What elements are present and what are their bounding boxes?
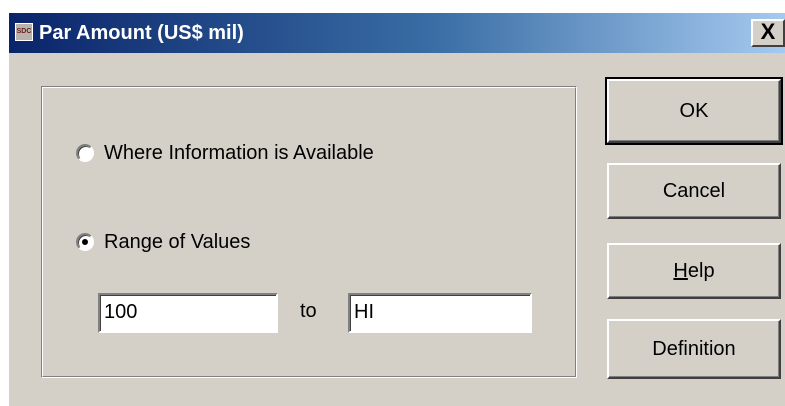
range-to-input[interactable]: HI — [348, 293, 532, 333]
criteria-group: Where Information is Available Range of … — [41, 86, 577, 378]
ok-button[interactable]: OK — [605, 77, 783, 145]
window-title: Par Amount (US$ mil) — [39, 22, 244, 44]
option-range-of-values[interactable]: Range of Values — [76, 228, 250, 256]
background-strip — [0, 0, 8, 406]
range-to-label: to — [300, 300, 317, 322]
definition-button[interactable]: Definition — [607, 319, 781, 379]
close-button[interactable]: X — [751, 19, 785, 47]
radio-where-available[interactable] — [76, 144, 94, 162]
option-where-available-label: Where Information is Available — [104, 141, 374, 164]
app-icon: SDC — [15, 23, 33, 41]
help-label-rest: elp — [687, 260, 715, 282]
option-where-available[interactable]: Where Information is Available — [76, 139, 374, 167]
cancel-button[interactable]: Cancel — [607, 163, 781, 219]
range-from-input[interactable]: 100 — [98, 293, 278, 333]
help-button[interactable]: Help — [607, 243, 781, 299]
title-bar[interactable]: SDC Par Amount (US$ mil) X — [9, 13, 785, 53]
option-range-label: Range of Values — [104, 230, 251, 253]
help-mnemonic: H — [673, 260, 688, 282]
radio-range-of-values[interactable] — [76, 233, 94, 251]
dialog-window: SDC Par Amount (US$ mil) X Where Informa… — [8, 12, 785, 406]
